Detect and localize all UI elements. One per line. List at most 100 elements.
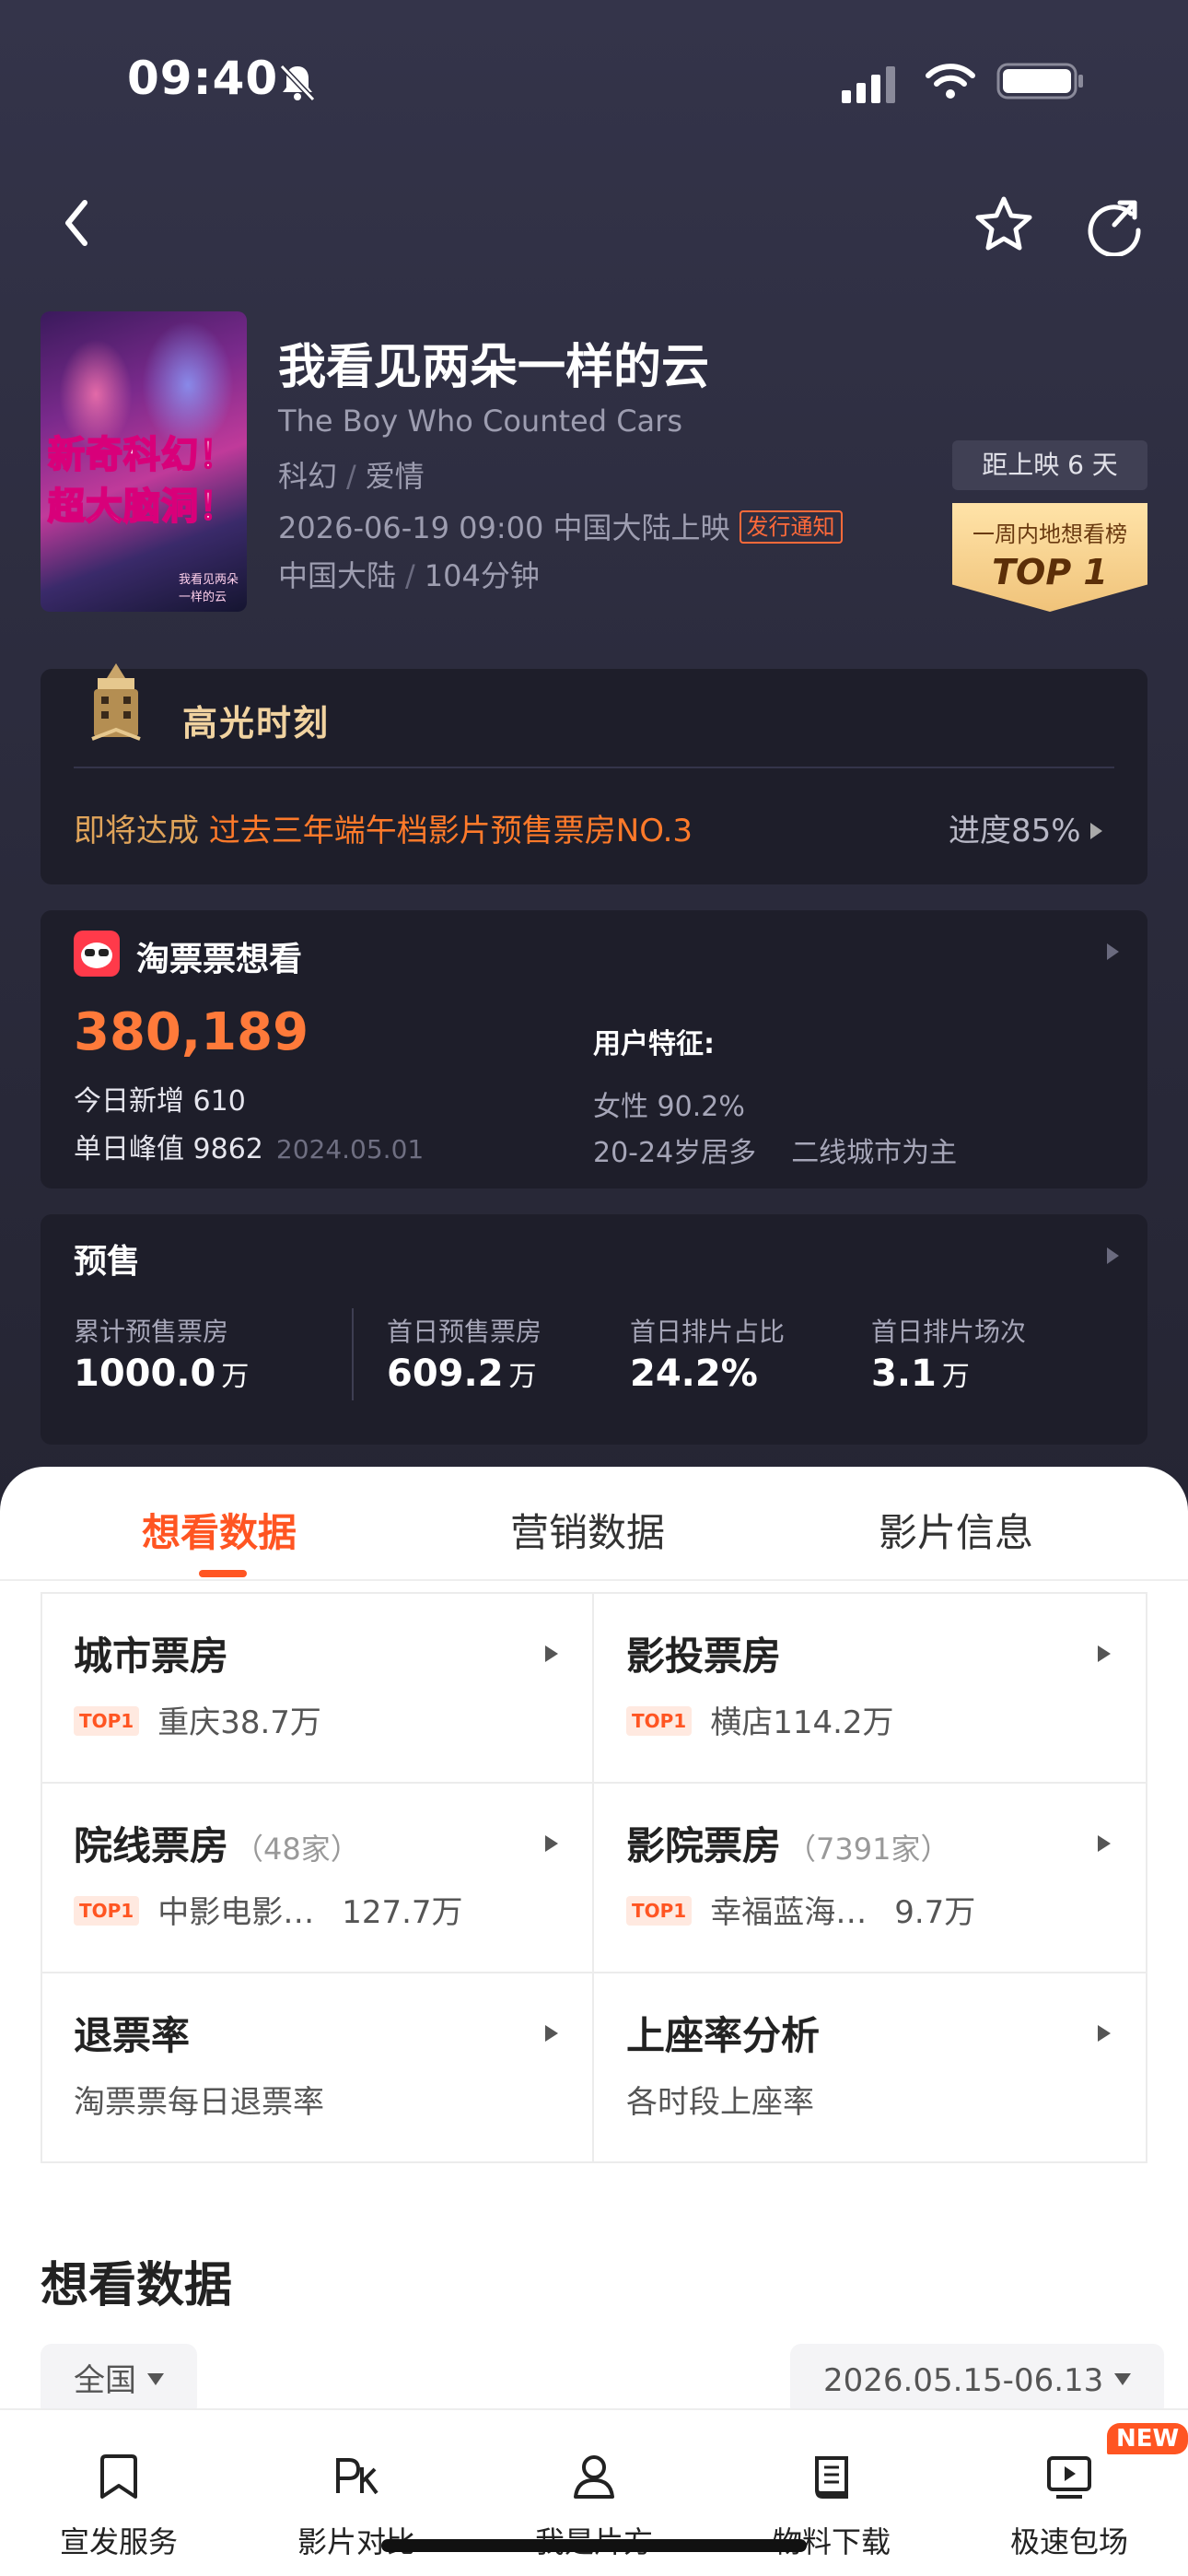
age-feature: 20-24岁居多 [593, 1137, 757, 1169]
presale-label: 首日排片占比 [630, 1317, 786, 1347]
movie-english-title: The Boy Who Counted Cars [278, 404, 682, 439]
investor-boxoffice-title: 影投票房 [626, 1633, 782, 1679]
city-feature: 二线城市为主 [791, 1137, 958, 1169]
tab-movie-info[interactable]: 影片信息 [879, 1502, 1033, 1558]
film-clapper-icon [91, 663, 141, 741]
pk-icon [336, 2458, 379, 2495]
movie-genres: 科幻 / 爱情 [278, 459, 425, 494]
date-range-filter[interactable]: 2026.05.15-06.13 [790, 2344, 1165, 2418]
daily-peak: 单日峰值 9862 2024.05.01 [74, 1126, 424, 1166]
rank-value: TOP 1 [992, 552, 1108, 592]
highlight-progress[interactable]: 进度85% [949, 805, 1102, 850]
poster-small-title: 我看见两朵一样的云 [179, 573, 239, 604]
refund-rate-sub: 淘票票每日退票率 [74, 2084, 324, 2121]
cinema-boxoffice-cell[interactable] [594, 1784, 1146, 1972]
taopiao-title: 淘票票想看 [136, 941, 303, 978]
nav-promotion-service[interactable]: 宣发服务 [0, 2451, 238, 2561]
duration: 104分钟 [424, 558, 540, 593]
chevron-down-icon [147, 2373, 164, 2385]
top1-badge: TOP1 [626, 1706, 693, 1736]
status-time: 09:40 [127, 52, 279, 105]
investor-top1: TOP1 横店114.2万 [626, 1697, 894, 1742]
cinema-boxoffice-title: 影院票房 （7391家） [626, 1823, 950, 1868]
share-icon[interactable] [1083, 193, 1146, 256]
arrow-right-icon [545, 1645, 558, 1662]
new-badge: NEW [1107, 2423, 1188, 2454]
arrow-right-icon [1098, 2025, 1111, 2042]
peak-date: 2024.05.01 [275, 1134, 425, 1165]
city-boxoffice-cell[interactable] [42, 1594, 591, 1782]
release-notice-tag[interactable]: 发行通知 [739, 510, 843, 544]
cinema-top1: TOP1 幸福蓝海… 9.7万 [626, 1887, 975, 1932]
divider [0, 1579, 1188, 1581]
genre-label: 科幻 [278, 459, 338, 494]
poster-text-line2: 超大脑洞！ [47, 485, 237, 529]
movie-poster[interactable]: 新奇科幻！ 超大脑洞！ 我看见两朵一样的云 [41, 311, 247, 612]
presale-value: 609.2 万 [387, 1352, 537, 1395]
tab-marketing-data[interactable]: 营销数据 [510, 1502, 665, 1558]
presale-value: 3.1 万 [871, 1352, 970, 1395]
highlight-prefix: 即将达成 [74, 813, 209, 849]
wifi-icon [926, 64, 975, 99]
arrow-right-icon [1098, 1645, 1111, 1662]
city-top1: TOP1 重庆38.7万 [74, 1697, 321, 1742]
poster-text-line1: 新奇科幻！ [47, 433, 237, 477]
home-indicator[interactable] [381, 2539, 807, 2552]
back-icon[interactable] [55, 195, 101, 251]
taopiao-logo-icon [74, 931, 120, 977]
top1-badge: TOP1 [74, 1896, 140, 1926]
tab-active-indicator [199, 1570, 247, 1577]
chain-boxoffice-cell[interactable] [42, 1784, 591, 1972]
refund-rate-title: 退票率 [74, 2013, 191, 2058]
bell-muted-icon [279, 64, 316, 102]
arrow-right-icon [1089, 823, 1102, 839]
occupancy-sub: 各时段上座率 [626, 2084, 814, 2121]
rank-label: 一周内地想看榜 [973, 521, 1127, 547]
person-icon [574, 2455, 614, 2499]
want-data-section-title: 想看数据 [41, 2258, 233, 2313]
signal-icon [842, 66, 895, 103]
investor-boxoffice-cell[interactable] [594, 1594, 1146, 1782]
arrow-right-icon [1107, 943, 1119, 960]
chain-top1: TOP1 中影电影… 127.7万 [74, 1887, 463, 1932]
tab-want-data[interactable]: 想看数据 [142, 1502, 297, 1558]
arrow-right-icon [1098, 1835, 1111, 1852]
release-info: 2026-06-19 09:00 中国大陆上映 发行通知 [278, 505, 843, 547]
bookmark-icon [100, 2454, 137, 2499]
days-to-release: 距上映 6 天 [952, 440, 1147, 490]
refund-rate-cell[interactable] [42, 1973, 591, 2161]
favorite-star-icon[interactable] [973, 193, 1035, 256]
nav-quick-booking[interactable]: 极速包场 [950, 2451, 1188, 2561]
occupancy-cell[interactable] [594, 1973, 1146, 2161]
arrow-right-icon [1107, 1247, 1119, 1264]
presale-label: 累计预售票房 [74, 1317, 229, 1347]
presale-title: 预售 [74, 1243, 141, 1281]
divider [74, 767, 1114, 768]
highlight-title: 高光时刻 [182, 703, 331, 744]
today-new: 今日新增 610 [74, 1085, 246, 1118]
progress-text: 进度85% [949, 813, 1081, 849]
divider [352, 1308, 354, 1400]
release-date: 2026-06-19 09:00 中国大陆上映 [278, 510, 730, 545]
top1-badge: TOP1 [74, 1706, 140, 1736]
chain-boxoffice-title: 院线票房 （48家） [74, 1823, 360, 1868]
arrow-right-icon [545, 1835, 558, 1852]
arrow-right-icon [545, 2025, 558, 2042]
region-filter[interactable]: 全国 [41, 2344, 197, 2418]
peak-value: 单日峰值 9862 [74, 1133, 263, 1165]
user-feature-title: 用户特征: [593, 1028, 715, 1060]
presale-value: 24.2% [630, 1352, 758, 1395]
female-ratio: 女性 90.2% [593, 1091, 745, 1123]
book-icon [815, 2456, 848, 2499]
age-city-feature: 20-24岁居多 二线城市为主 [593, 1130, 957, 1170]
top1-badge: TOP1 [626, 1896, 693, 1926]
play-screen-icon [1047, 2456, 1091, 2499]
want-count: 380,189 [74, 1002, 309, 1062]
region: 中国大陆 [278, 558, 397, 593]
region-duration: 中国大陆/104分钟 [278, 558, 540, 593]
battery-icon [996, 63, 1083, 100]
occupancy-title: 上座率分析 [626, 2013, 821, 2058]
chevron-down-icon [1114, 2373, 1132, 2385]
presale-value: 1000.0 万 [74, 1352, 250, 1395]
genre-label: 爱情 [365, 459, 425, 494]
